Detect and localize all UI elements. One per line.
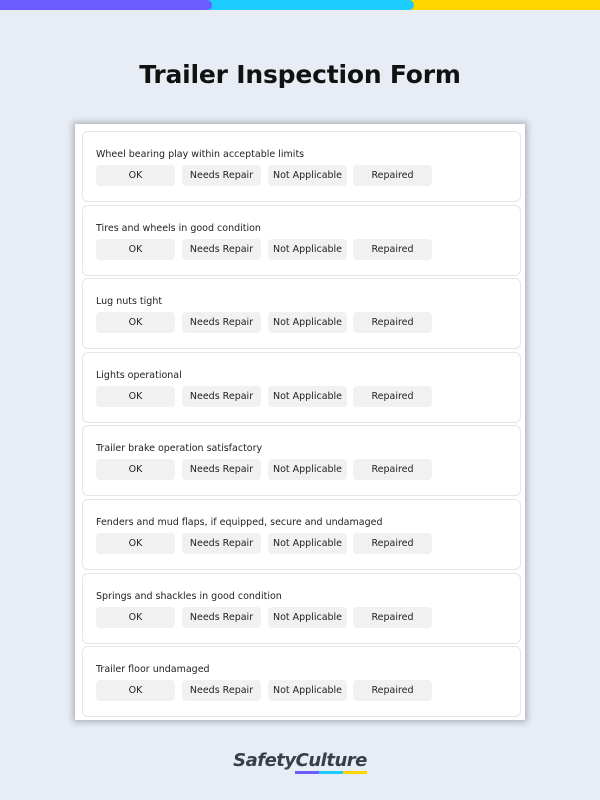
option-ok-button[interactable]: OK [96,165,175,186]
inspection-item-label: Trailer floor undamaged [96,664,210,676]
option-needs-repair-button[interactable]: Needs Repair [182,312,261,334]
inspection-item: Wheel bearing play within acceptable lim… [82,131,521,202]
bar-segment-yellow [400,0,600,10]
inspection-item: Lights operational OK Needs Repair Not Appl… [82,351,521,423]
form-panel: Wheel bearing play within acceptable lim… [75,124,525,720]
option-ok-button[interactable]: OK [96,385,175,407]
option-not-applicable-button[interactable]: Not Applicable [268,238,347,260]
inspection-item-label: Trailer brake operation satisfactory [96,443,263,455]
option-not-applicable-button[interactable]: Not Applicable [268,533,347,554]
top-color-bar [0,0,600,10]
inspection-item-label: Tires and wheels in good condition [96,222,261,234]
inspection-item: Trailer floor undamaged OK Needs Repair Not… [82,646,521,718]
page-title: Trailer Inspection Form [139,60,461,89]
option-repaired-button[interactable]: Repaired [353,165,432,186]
inspection-item-label: Fenders and mud flaps, if equipped, secu… [96,517,383,528]
brand-name: SafetyCulture [233,750,368,774]
bar-segment-purple [0,0,212,10]
inspection-item-label: Wheel bearing play within acceptable lim… [96,149,305,160]
inspection-item: Lug nuts tight OK Needs Repair Not Applicab… [82,278,521,350]
inspection-item: Fenders and mud flaps, if equipped, secu… [82,499,521,570]
brand-logo: SafetyCulture [0,750,600,774]
option-repaired-button[interactable]: Repaired [353,312,432,334]
option-repaired-button[interactable]: Repaired [353,238,432,260]
inspection-item-label: Lights operational [96,369,182,381]
option-repaired-button[interactable]: Repaired [353,533,432,554]
option-needs-repair-button[interactable]: Needs Repair [182,533,261,554]
option-repaired-button[interactable]: Repaired [353,459,432,481]
option-not-applicable-button[interactable]: Not Applicable [268,312,347,334]
inspection-item: Trailer brake operation satisfactory OK Ne… [82,425,521,497]
option-needs-repair-button[interactable]: Needs Repair [182,238,261,260]
option-needs-repair-button[interactable]: Needs Repair [182,606,261,628]
option-needs-repair-button[interactable]: Needs Repair [182,385,261,407]
option-not-applicable-button[interactable]: Not Applicable [268,385,347,407]
option-ok-button[interactable]: OK [96,459,175,481]
option-not-applicable-button[interactable]: Not Applicable [268,459,347,481]
option-needs-repair-button[interactable]: Needs Repair [182,680,261,702]
option-not-applicable-button[interactable]: Not Applicable [268,606,347,628]
inspection-item: Springs and shackles in good condition OK… [82,572,521,644]
option-needs-repair-button[interactable]: Needs Repair [182,459,261,481]
option-ok-button[interactable]: OK [96,533,175,554]
inspection-item-label: Springs and shackles in good condition [96,590,282,602]
option-not-applicable-button[interactable]: Not Applicable [268,165,347,186]
option-ok-button[interactable]: OK [96,238,175,260]
option-needs-repair-button[interactable]: Needs Repair [182,165,261,186]
inspection-item: Tires and wheels in good condition OK Need… [82,204,521,276]
option-ok-button[interactable]: OK [96,606,175,628]
inspection-item-label: Lug nuts tight [96,296,163,308]
option-ok-button[interactable]: OK [96,680,175,702]
option-not-applicable-button[interactable]: Not Applicable [268,680,347,702]
option-repaired-button[interactable]: Repaired [353,680,432,702]
brand-underline [295,771,368,774]
option-repaired-button[interactable]: Repaired [353,606,432,628]
option-repaired-button[interactable]: Repaired [353,385,432,407]
option-ok-button[interactable]: OK [96,312,175,334]
bar-segment-cyan [200,0,414,10]
